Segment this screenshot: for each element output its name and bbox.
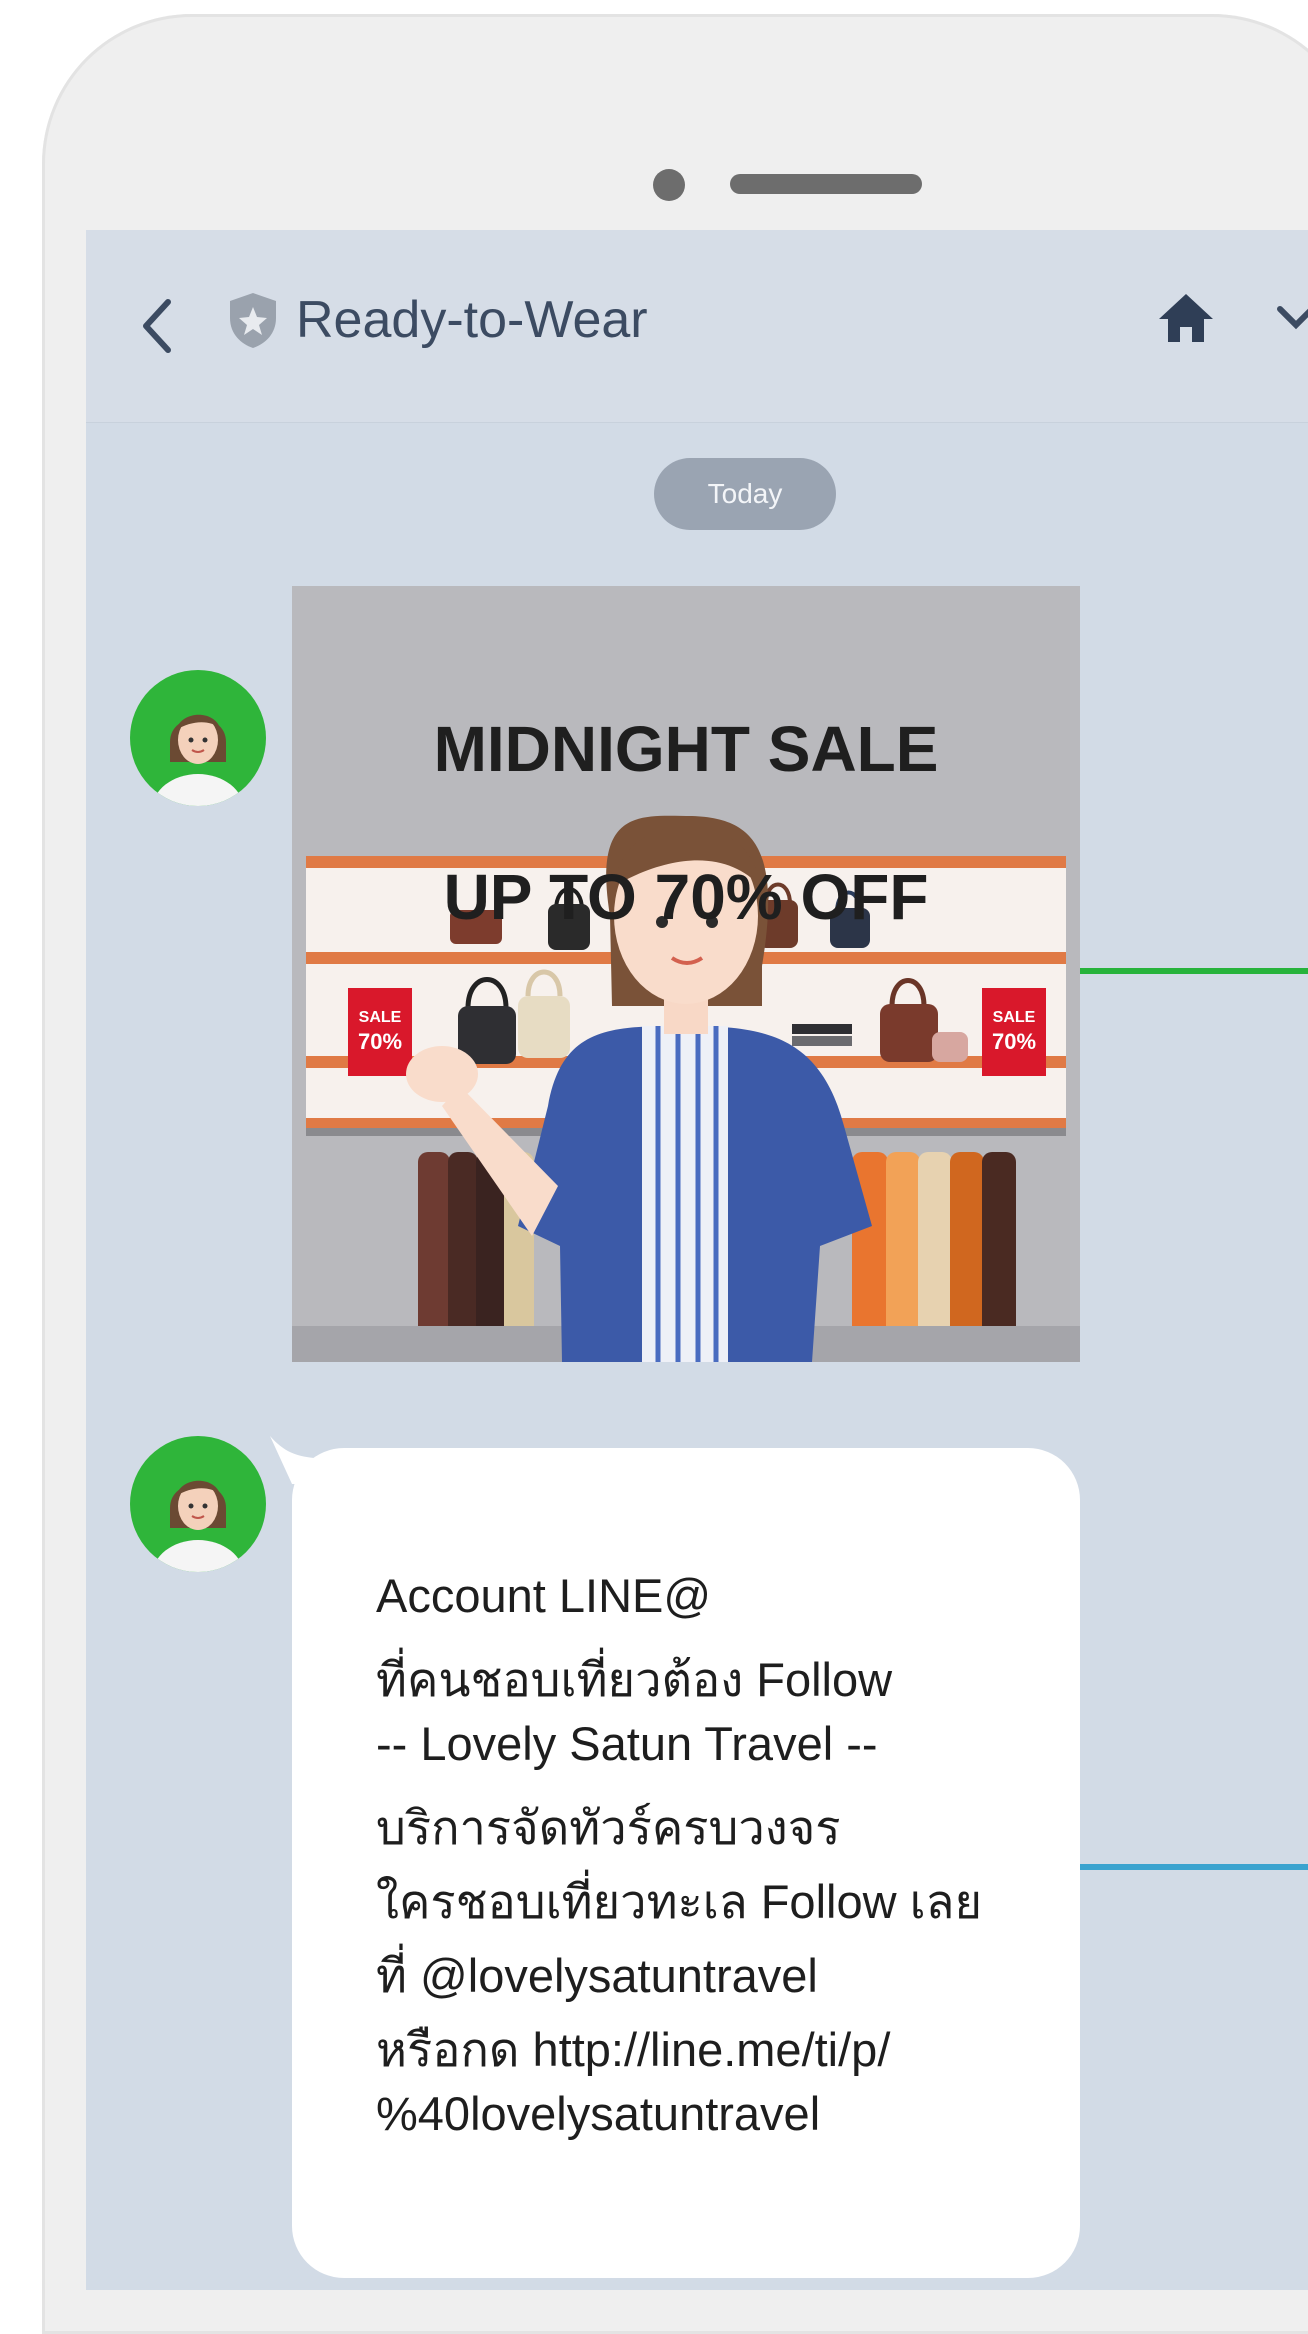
date-separator: Today: [654, 458, 836, 530]
woman-avatar-icon: [152, 714, 244, 806]
speaker-grille: [730, 174, 922, 194]
sale-tag-left-bottom: 70%: [357, 1029, 403, 1054]
menu-chevron-button[interactable]: [1276, 278, 1308, 358]
chat-screen: Ready-to-Wear Today MIDNIGHT SALE UP TO …: [86, 230, 1308, 2290]
sender-avatar[interactable]: [130, 670, 266, 806]
chevron-left-icon: [143, 299, 171, 353]
message-line: ใครชอบเที่ยวทะเล Follow เลย: [376, 1875, 982, 1928]
sale-tag-left: SALE 70%: [348, 1006, 412, 1054]
accent-line-blue: [1080, 1864, 1308, 1870]
camera-dot: [653, 169, 685, 201]
message-line: -- Lovely Satun Travel --: [376, 1717, 878, 1770]
shield-icon: [230, 293, 276, 348]
message-line: บริการจัดทัวร์ครบวงจร: [376, 1801, 841, 1854]
message-line: ที่ @lovelysatuntravel: [376, 1949, 818, 2002]
message-link-line[interactable]: %40lovelysatuntravel: [376, 2086, 820, 2141]
promo-headline: MIDNIGHT SALE UP TO 70% OFF: [292, 638, 1080, 934]
back-button[interactable]: [128, 276, 188, 376]
sale-tag-left-top: SALE: [358, 1009, 402, 1026]
accent-line-green: [1080, 968, 1308, 974]
message-link-line[interactable]: หรือกด http://line.me/ti/p/: [376, 2012, 890, 2087]
promo-title-line1: MIDNIGHT SALE: [433, 713, 939, 785]
promo-title-line2: UP TO 70% OFF: [443, 861, 929, 933]
woman-avatar-icon: [152, 1480, 244, 1572]
home-button[interactable]: [1146, 278, 1226, 358]
sale-tag-right-bottom: 70%: [991, 1029, 1037, 1054]
message-line: Account LINE@: [376, 1569, 712, 1622]
sale-tag-right-top: SALE: [992, 1009, 1036, 1026]
sale-tag-right: SALE 70%: [982, 1006, 1046, 1054]
chat-title: Ready-to-Wear: [296, 291, 648, 349]
chat-header: Ready-to-Wear: [86, 230, 1308, 423]
sender-avatar[interactable]: [130, 1436, 266, 1572]
chevron-down-icon: [1277, 306, 1308, 330]
message-line: ที่คนชอบเที่ยวต้อง Follow: [376, 1653, 893, 1706]
text-message-bubble[interactable]: Account LINE@ ที่คนชอบเที่ยวต้อง Follow …: [292, 1448, 1080, 2278]
promo-image-message[interactable]: MIDNIGHT SALE UP TO 70% OFF SALE 70% SAL…: [292, 586, 1080, 1362]
home-icon: [1159, 294, 1213, 342]
